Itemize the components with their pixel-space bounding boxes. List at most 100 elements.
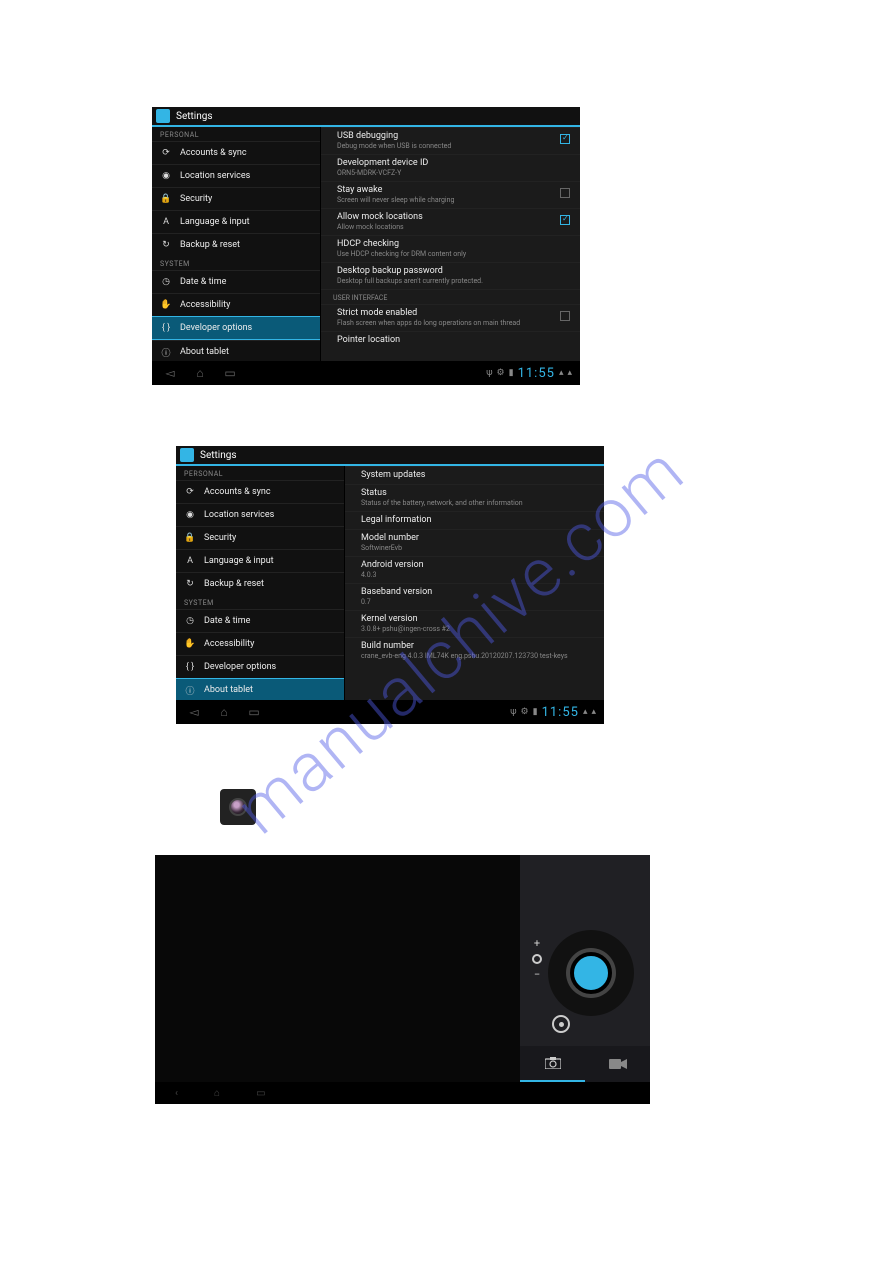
sidebar-item[interactable]: ✋Accessibility xyxy=(152,293,320,316)
camera-zoom-control[interactable]: + − xyxy=(532,937,542,981)
camera-lens-icon xyxy=(229,798,247,816)
photo-mode-button[interactable] xyxy=(520,1046,585,1082)
camera-settings-icon[interactable] xyxy=(552,1015,570,1033)
settings-sidebar: PERSONAL⟳Accounts & sync◉Location servic… xyxy=(176,466,344,700)
zoom-plus-icon[interactable]: + xyxy=(534,937,540,950)
screenshot-camera-app: + − ‹ ⌂ ▭ xyxy=(155,855,650,1104)
recents-icon[interactable]: ▭ xyxy=(220,367,240,379)
checkbox-icon[interactable] xyxy=(560,134,570,144)
settings-option[interactable]: Stay awakeScreen will never sleep while … xyxy=(321,181,580,208)
settings-option[interactable]: Legal information xyxy=(345,511,604,529)
recents-icon[interactable]: ▭ xyxy=(256,1088,265,1099)
sidebar-item-icon: 🔒 xyxy=(184,532,196,544)
sidebar-item-label: Date & time xyxy=(204,616,250,626)
sidebar-item[interactable]: 🔒Security xyxy=(152,187,320,210)
sidebar-item[interactable]: ⟳Accounts & sync xyxy=(152,141,320,164)
settings-option[interactable]: Baseband version0.7 xyxy=(345,583,604,610)
option-subtitle: SoftwinerEvb xyxy=(361,544,592,552)
home-icon[interactable]: ⌂ xyxy=(214,706,234,718)
sidebar-item[interactable]: ✋Accessibility xyxy=(176,632,344,655)
usb-icon: ψ xyxy=(486,368,492,378)
video-mode-button[interactable] xyxy=(585,1046,650,1082)
option-subtitle: Flash screen when apps do long operation… xyxy=(337,319,568,327)
settings-option[interactable]: Android version4.0.3 xyxy=(345,556,604,583)
settings-option[interactable]: Kernel version3.0.8+ pshu@ingen-cross #2 xyxy=(345,610,604,637)
sidebar-item[interactable]: ◉Location services xyxy=(152,164,320,187)
home-icon[interactable]: ⌂ xyxy=(214,1088,220,1099)
camera-control-panel: + − xyxy=(520,855,650,1104)
settings-option[interactable]: HDCP checkingUse HDCP checking for DRM c… xyxy=(321,235,580,262)
settings-option[interactable]: Build numbercrane_evb-eng 4.0.3 IML74K e… xyxy=(345,637,604,664)
shutter-button[interactable] xyxy=(570,952,612,994)
screenshot-developer-options: Settings PERSONAL⟳Accounts & sync◉Locati… xyxy=(152,107,580,385)
option-title: Kernel version xyxy=(361,614,592,624)
option-subtitle: Allow mock locations xyxy=(337,223,568,231)
sidebar-item[interactable]: 🔒Security xyxy=(176,526,344,549)
option-title: Desktop backup password xyxy=(337,266,568,276)
checkbox-icon[interactable] xyxy=(560,215,570,225)
settings-option[interactable]: Model numberSoftwinerEvb xyxy=(345,529,604,556)
zoom-minus-icon[interactable]: − xyxy=(534,968,540,981)
home-icon[interactable]: ⌂ xyxy=(190,367,210,379)
sidebar-item-label: Language & input xyxy=(180,217,250,227)
back-icon[interactable]: ◅ xyxy=(160,367,180,379)
option-title: Baseband version xyxy=(361,587,592,597)
sidebar-item[interactable]: ALanguage & input xyxy=(176,549,344,572)
sidebar-section-header: SYSTEM xyxy=(176,595,344,609)
sidebar-item-label: Accounts & sync xyxy=(204,487,271,497)
usb-icon: ψ xyxy=(510,707,516,717)
sidebar-item-label: About tablet xyxy=(180,347,229,357)
sidebar-item[interactable]: { } Developer options xyxy=(152,316,320,340)
settings-option[interactable]: Pointer location xyxy=(321,331,580,349)
option-title: System updates xyxy=(361,470,592,480)
settings-option[interactable]: Desktop backup passwordDesktop full back… xyxy=(321,262,580,289)
settings-option[interactable]: Strict mode enabledFlash screen when app… xyxy=(321,304,580,331)
sidebar-item-icon: A xyxy=(184,555,196,567)
option-subtitle: Use HDCP checking for DRM content only xyxy=(337,250,568,258)
sidebar-item-label: Location services xyxy=(204,510,274,520)
option-title: Android version xyxy=(361,560,592,570)
settings-option[interactable]: System updates xyxy=(345,466,604,484)
sidebar-item[interactable]: ↻Backup & reset xyxy=(176,572,344,595)
option-title: Status xyxy=(361,488,592,498)
sidebar-item[interactable]: ⟳Accounts & sync xyxy=(176,480,344,503)
sidebar-item-label: Developer options xyxy=(180,323,252,333)
settings-option[interactable]: Allow mock locationsAllow mock locations xyxy=(321,208,580,235)
sidebar-item-icon: 🔒 xyxy=(160,193,172,205)
back-icon[interactable]: ◅ xyxy=(184,706,204,718)
camera-app-icon[interactable] xyxy=(220,789,256,825)
sidebar-item-icon: ⓘ xyxy=(184,684,196,696)
sidebar-item-label: Developer options xyxy=(204,662,276,672)
sidebar-item[interactable]: { }Developer options xyxy=(176,655,344,678)
status-tray: ψ ⚙ ▮ 11:55 ▴ ▴ xyxy=(486,366,572,381)
checkbox-icon[interactable] xyxy=(560,311,570,321)
sidebar-item[interactable]: A Language & input xyxy=(152,210,320,233)
recents-icon[interactable]: ▭ xyxy=(244,706,264,718)
back-icon[interactable]: ‹ xyxy=(175,1088,178,1099)
option-title: Stay awake xyxy=(337,185,568,195)
option-subtitle: 4.0.3 xyxy=(361,571,592,579)
sidebar-item[interactable]: ↻Backup & reset xyxy=(152,233,320,256)
sidebar-item[interactable]: ◷Date & time xyxy=(152,270,320,293)
adb-icon: ⚙ xyxy=(497,368,505,378)
sidebar-item-label: About tablet xyxy=(204,685,253,695)
sidebar-item-icon: A xyxy=(160,216,172,228)
sidebar-item[interactable]: ◉ Location services xyxy=(176,503,344,526)
settings-option[interactable]: USB debuggingDebug mode when USB is conn… xyxy=(321,127,580,154)
sidebar-item[interactable]: ◷Date & time xyxy=(176,609,344,632)
sidebar-item-icon: ↻ xyxy=(184,578,196,590)
settings-title: Settings xyxy=(200,450,237,461)
wifi-icon: ▴ xyxy=(583,707,588,717)
option-title: Allow mock locations xyxy=(337,212,568,222)
option-title: USB debugging xyxy=(337,131,568,141)
sidebar-item-icon: ⓘ xyxy=(160,346,172,358)
settings-option[interactable]: StatusStatus of the battery, network, an… xyxy=(345,484,604,511)
sidebar-item-icon: ◉ xyxy=(184,509,196,521)
settings-option[interactable]: Development device IDORN5-MDRK-VCFZ-Y xyxy=(321,154,580,181)
sidebar-section-header: PERSONAL xyxy=(152,127,320,141)
sidebar-item-icon: { } xyxy=(160,322,172,334)
sidebar-item[interactable]: ⓘ About tablet xyxy=(152,340,320,361)
sidebar-section-header: SYSTEM xyxy=(152,256,320,270)
sidebar-item[interactable]: ⓘ About tablet xyxy=(176,678,344,700)
checkbox-icon[interactable] xyxy=(560,188,570,198)
